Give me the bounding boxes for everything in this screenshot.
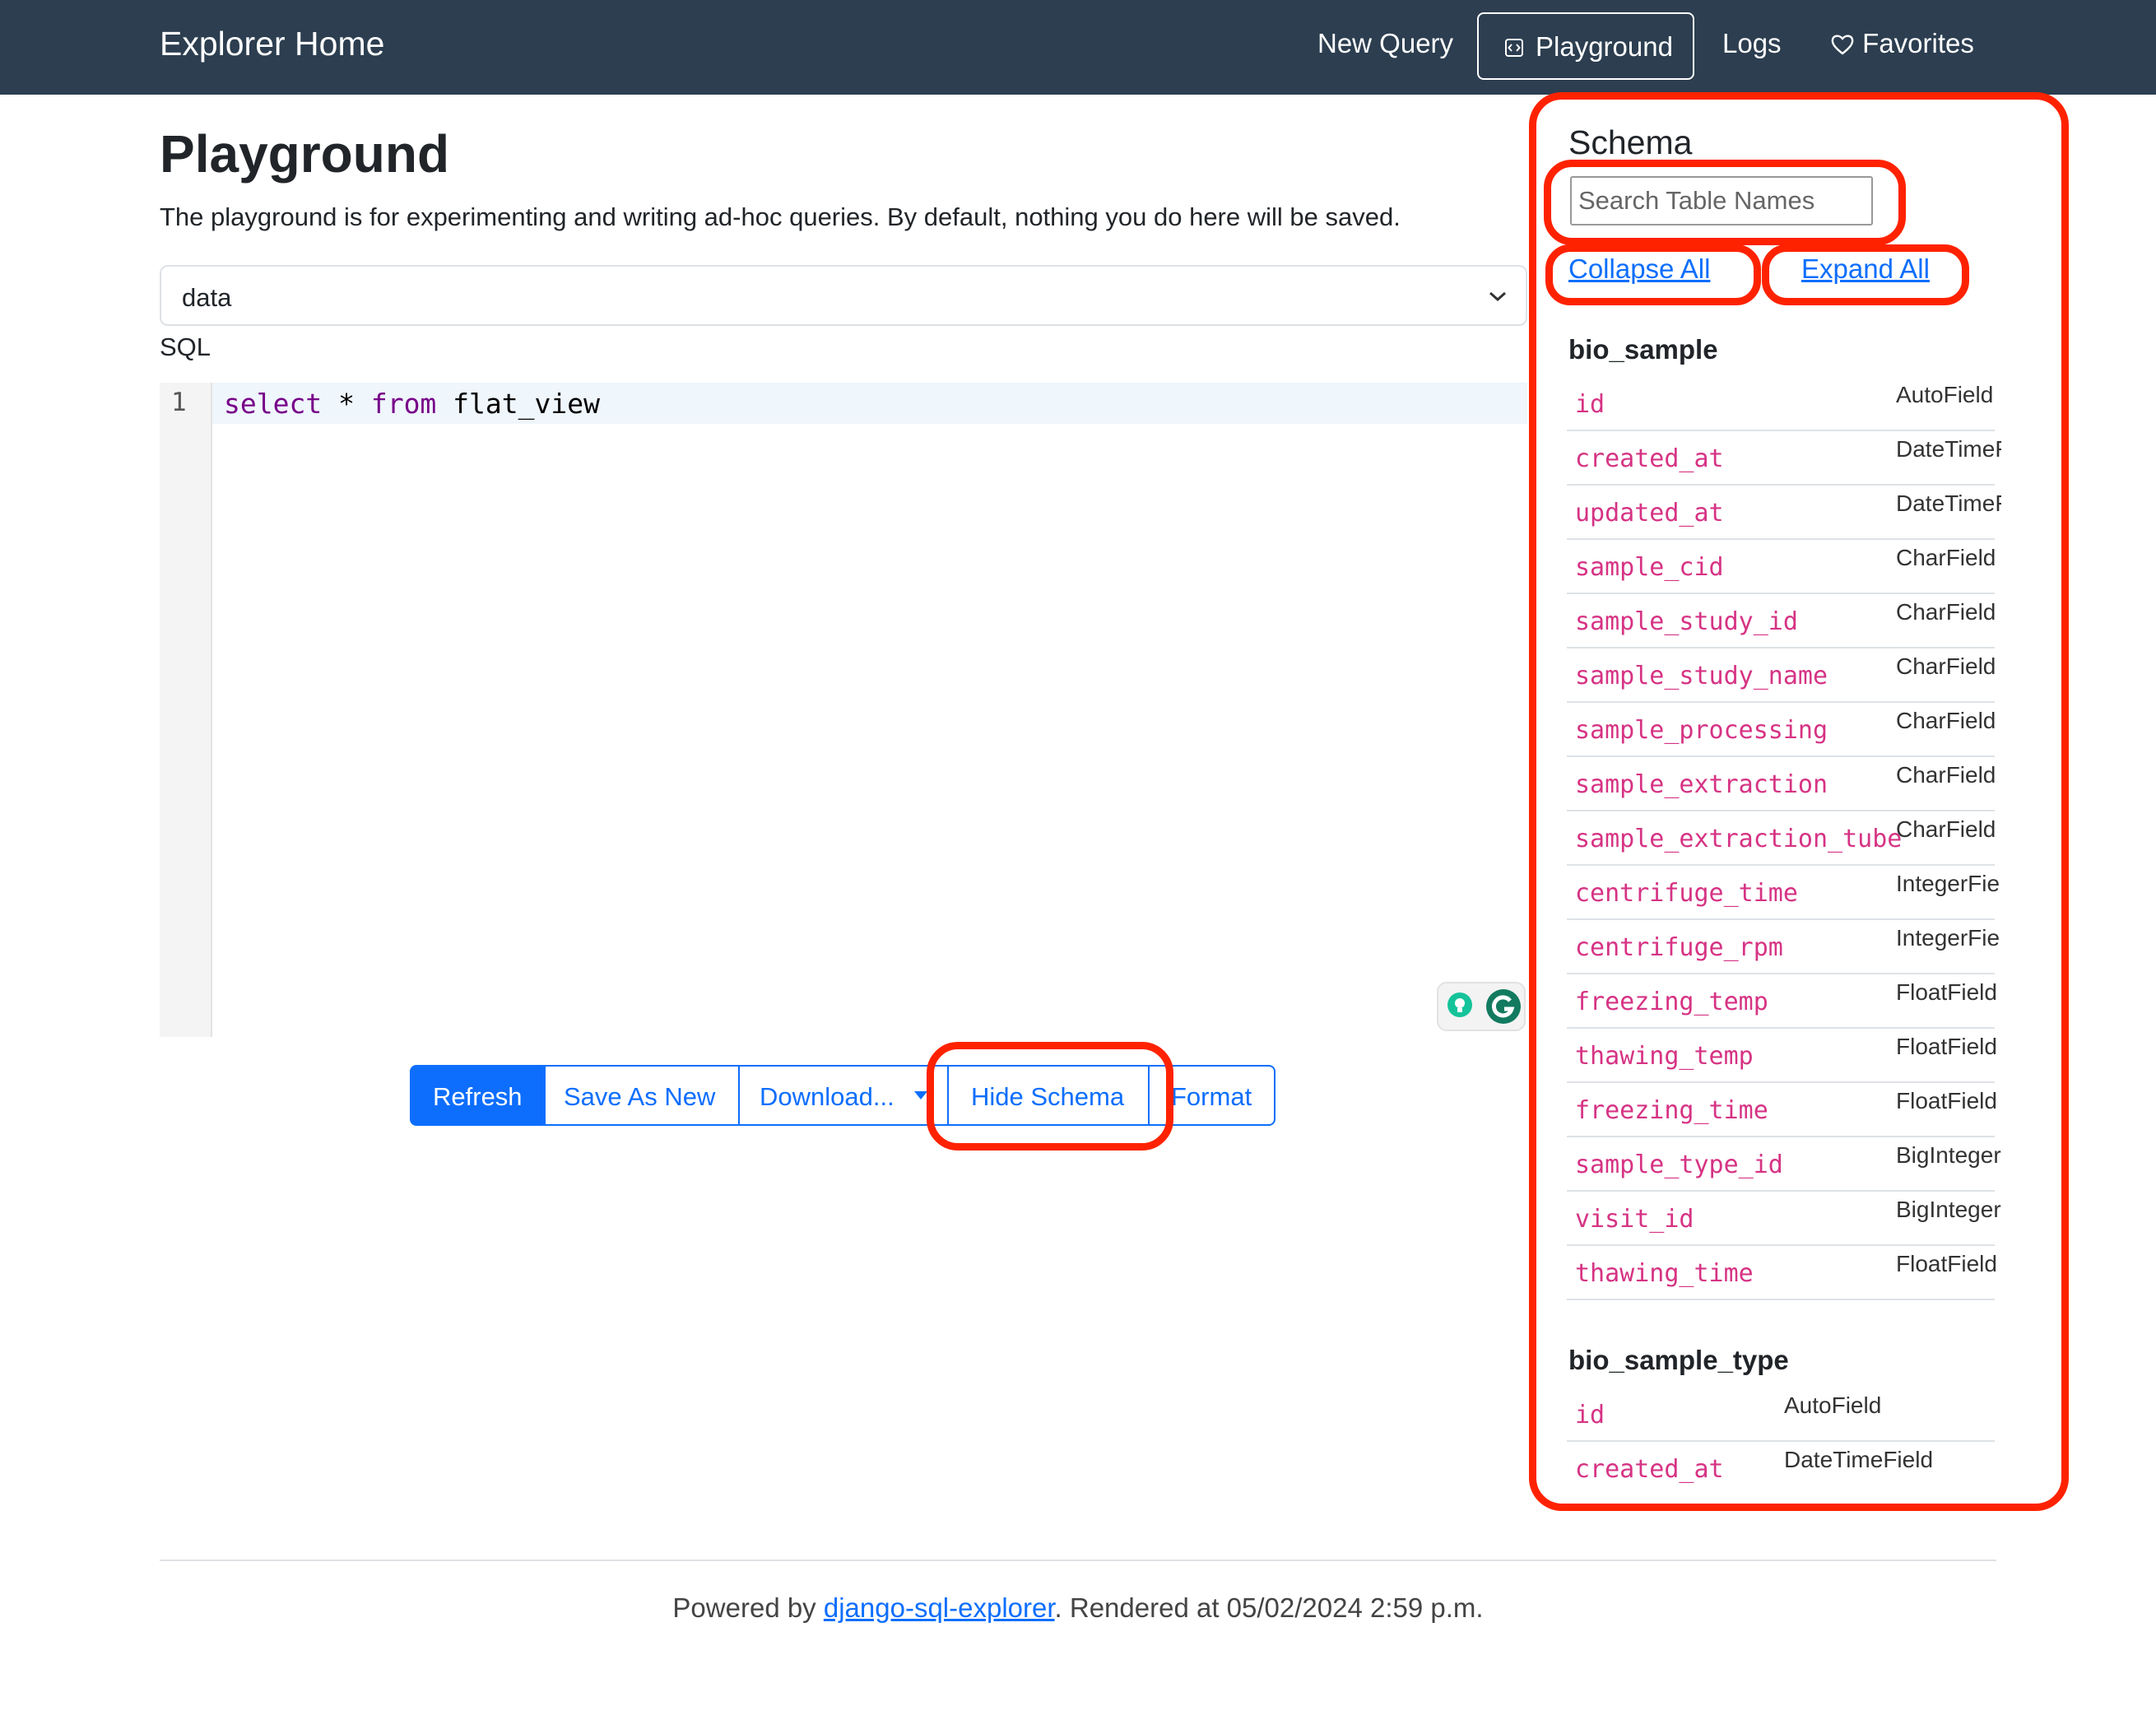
nav-logs[interactable]: Logs bbox=[1722, 28, 1782, 59]
refresh-button-label: Refresh bbox=[433, 1082, 523, 1111]
caret-down-icon bbox=[914, 1091, 927, 1099]
highlight-hide-schema bbox=[927, 1042, 1173, 1151]
format-label: Format bbox=[1171, 1082, 1252, 1111]
line-number: 1 bbox=[171, 388, 187, 417]
page-description: The playground is for experimenting and … bbox=[160, 202, 1401, 231]
nav-playground[interactable]: Playground bbox=[1477, 12, 1694, 80]
sql-star: * bbox=[322, 388, 371, 420]
brand-link[interactable]: Explorer Home bbox=[160, 25, 384, 63]
code-square-icon bbox=[1505, 39, 1523, 57]
connection-select[interactable]: data bbox=[160, 265, 1527, 326]
navbar: Explorer Home New Query Playground Logs … bbox=[0, 0, 2156, 95]
sql-editor[interactable]: 1 select * from flat_view bbox=[160, 383, 1527, 1037]
footer-divider bbox=[160, 1560, 1996, 1561]
sql-keyword-select: select bbox=[224, 388, 323, 420]
footer-prefix: Powered by bbox=[672, 1592, 824, 1623]
grammarly-widget[interactable] bbox=[1437, 982, 1526, 1031]
nav-playground-label: Playground bbox=[1536, 31, 1673, 62]
download-label: Download... bbox=[760, 1082, 894, 1111]
django-sql-explorer-link[interactable]: django-sql-explorer bbox=[824, 1592, 1055, 1623]
editor-gutter: 1 bbox=[160, 383, 212, 1037]
highlight-expand-all bbox=[1762, 244, 1969, 305]
nav-favorites-label: Favorites bbox=[1862, 28, 1974, 58]
grammarly-icon bbox=[1486, 989, 1521, 1024]
page-title: Playground bbox=[160, 124, 450, 184]
highlight-collapse-all bbox=[1545, 244, 1761, 305]
nav-favorites[interactable]: Favorites bbox=[1830, 28, 1974, 59]
sql-keyword-from: from bbox=[370, 388, 437, 420]
sql-table-name: flat_view bbox=[436, 388, 600, 420]
download-dropdown-button[interactable]: Download... bbox=[738, 1065, 949, 1126]
highlight-search-field bbox=[1544, 160, 1906, 245]
sql-label: SQL bbox=[160, 332, 211, 361]
sql-code[interactable]: select * from flat_view bbox=[224, 388, 600, 420]
lightbulb-icon bbox=[1447, 992, 1472, 1017]
save-as-new-button[interactable]: Save As New bbox=[544, 1065, 740, 1126]
connection-select-value: data bbox=[182, 283, 232, 312]
nav-new-query[interactable]: New Query bbox=[1317, 28, 1453, 59]
chevron-down-icon bbox=[1489, 291, 1506, 302]
save-as-new-label: Save As New bbox=[564, 1082, 716, 1111]
footer: Powered by django-sql-explorer. Rendered… bbox=[0, 1592, 2156, 1624]
refresh-button[interactable]: Refresh bbox=[410, 1065, 546, 1126]
heart-icon bbox=[1831, 35, 1854, 55]
footer-suffix: . Rendered at 05/02/2024 2:59 p.m. bbox=[1054, 1592, 1484, 1623]
